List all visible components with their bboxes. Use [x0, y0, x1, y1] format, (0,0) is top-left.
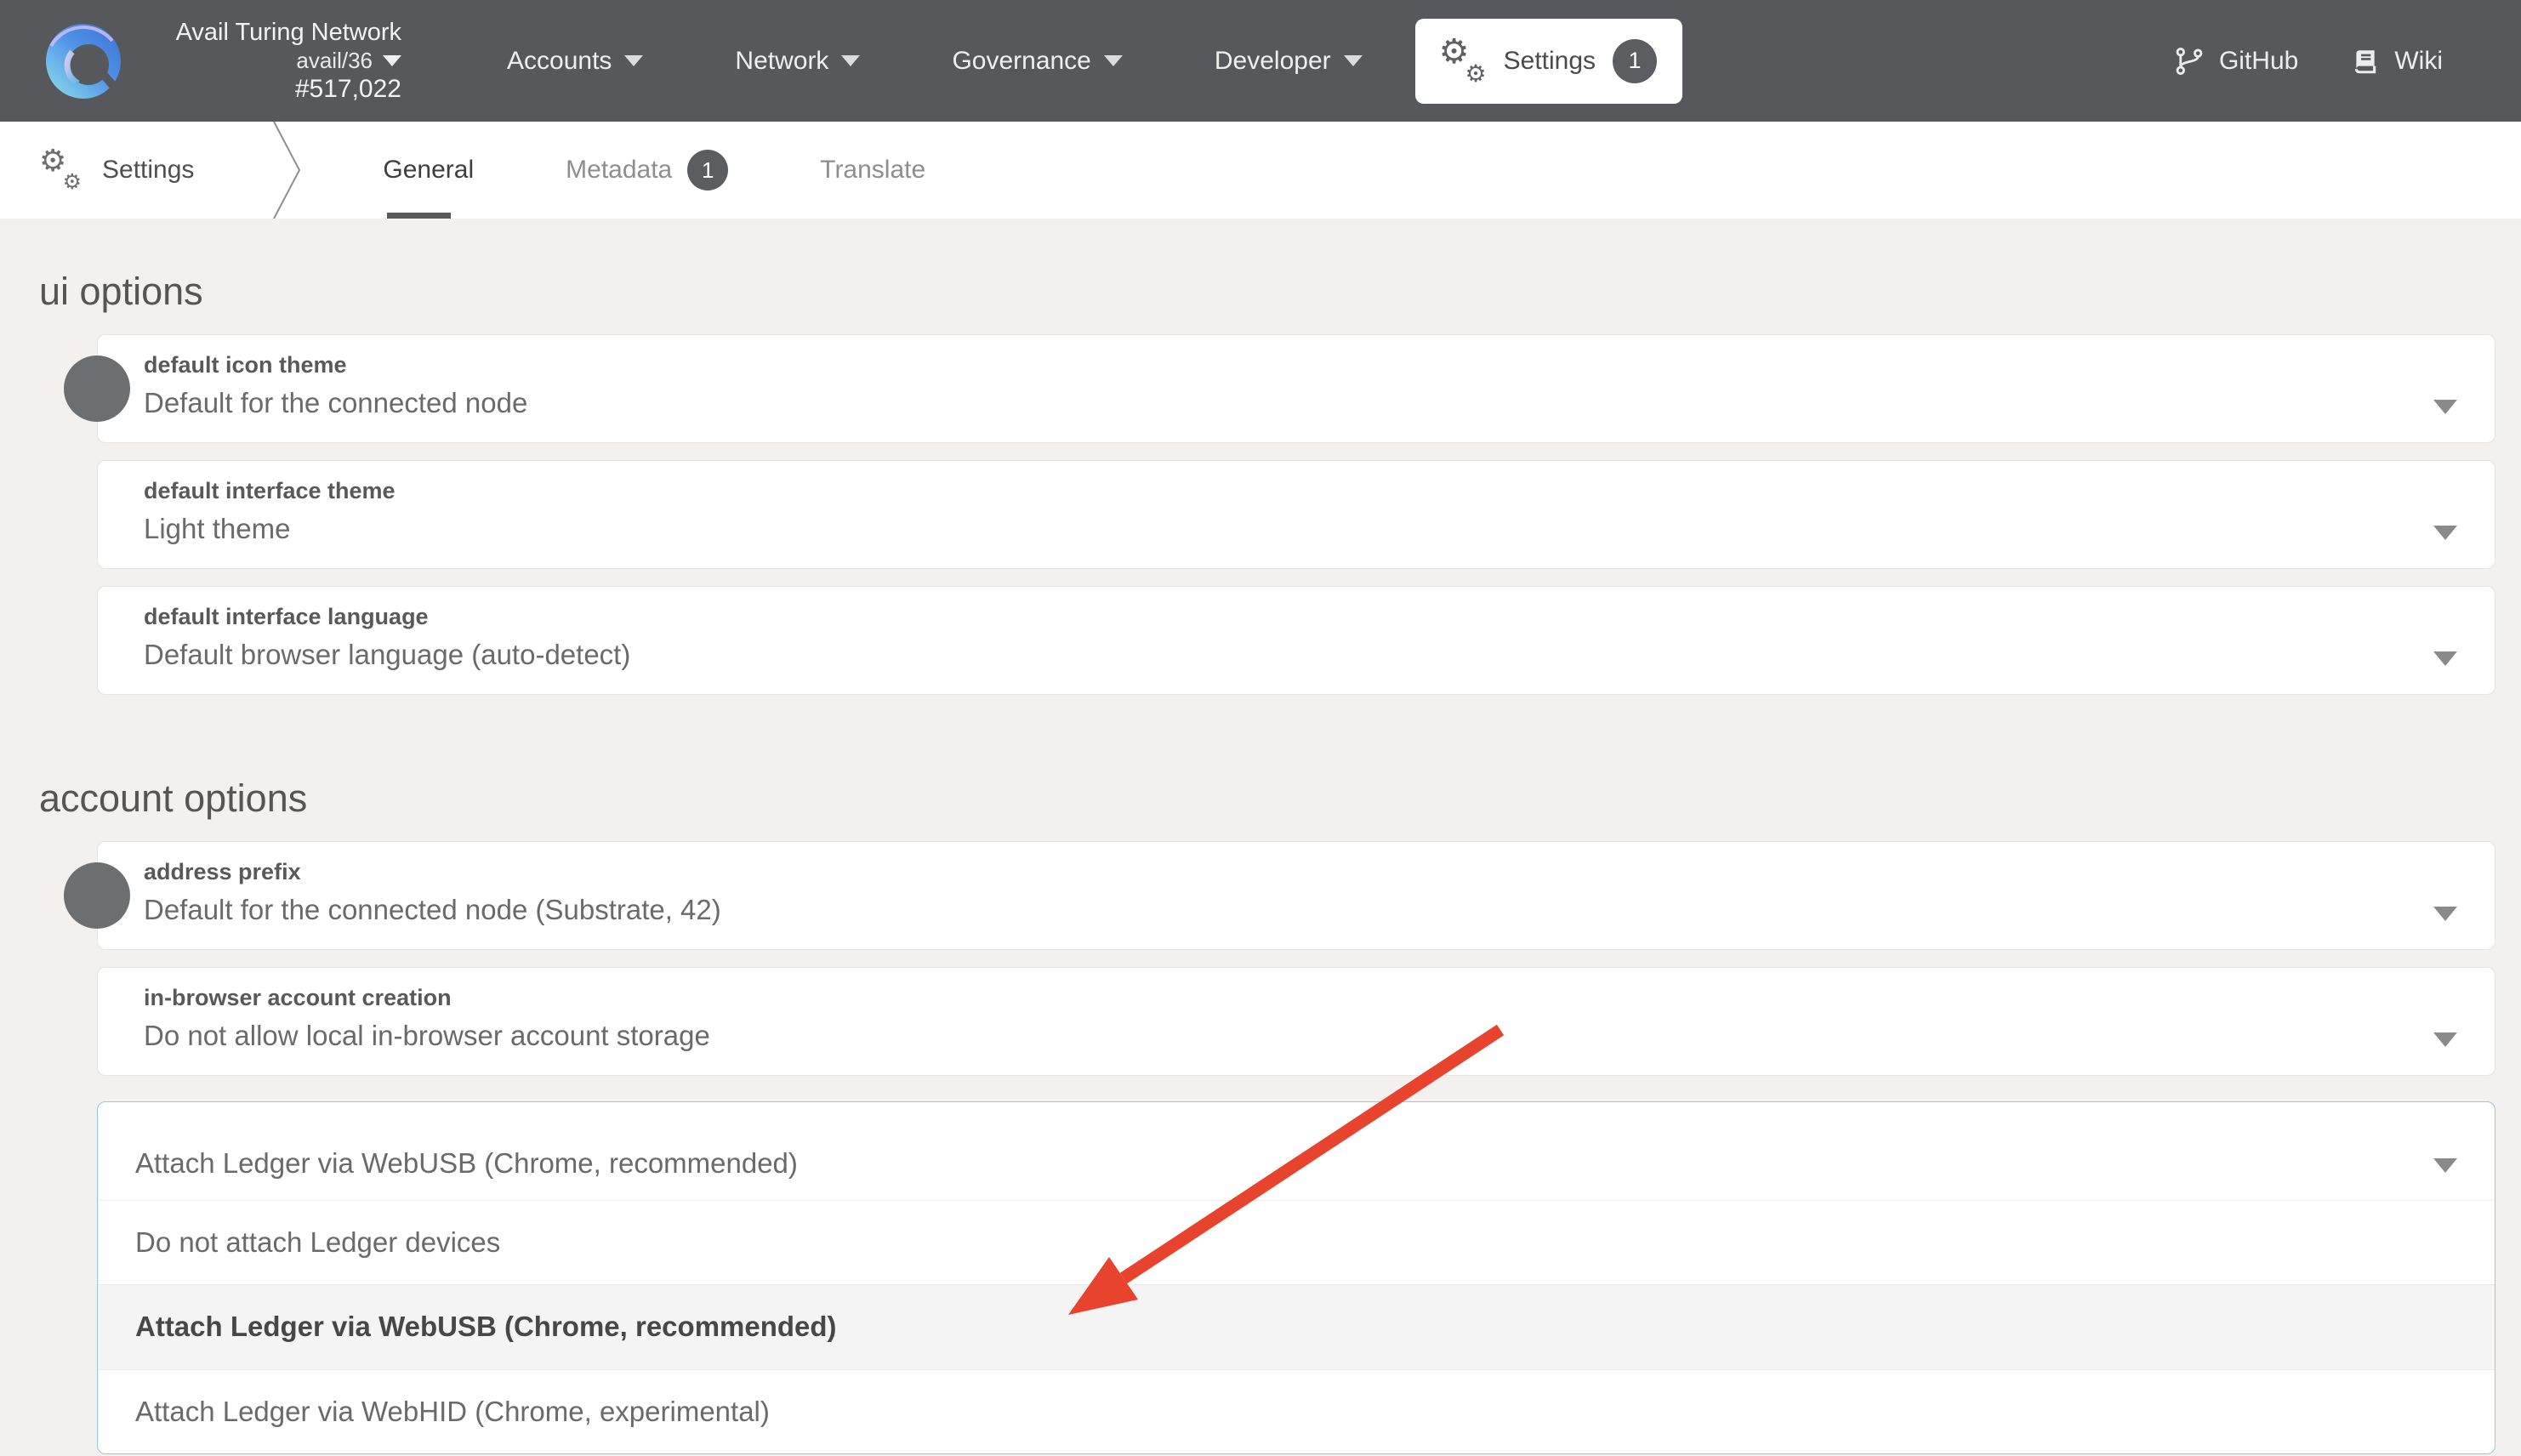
- nav-settings-button[interactable]: ⚙⚙ Settings 1: [1415, 19, 1682, 104]
- dropdown-caret-icon: [2433, 1158, 2457, 1173]
- settings-label: Settings: [1504, 47, 1596, 76]
- dropdown-menu: Do not attach Ledger devices Attach Ledg…: [98, 1200, 2495, 1453]
- section-title-account-options: account options: [39, 776, 2521, 821]
- tabs: General Metadata 1 Translate: [337, 122, 971, 219]
- external-links: GitHub Wiki: [2174, 46, 2443, 77]
- field-value: Default browser language (auto-detect): [144, 636, 2418, 674]
- tab-translate[interactable]: Translate: [796, 122, 949, 219]
- main-nav: Accounts Network Governance Developer: [507, 47, 1363, 76]
- tab-metadata[interactable]: Metadata 1: [542, 122, 752, 219]
- nav-accounts[interactable]: Accounts: [507, 47, 643, 76]
- tab-bar: ⚙⚙ Settings General Metadata 1 Translate: [0, 122, 2521, 219]
- book-icon: [2351, 47, 2380, 76]
- avail-logo-icon[interactable]: [44, 22, 122, 100]
- chain-selector[interactable]: Avail Turing Network avail/36 #517,022: [153, 17, 401, 105]
- chevron-down-icon: [383, 55, 401, 66]
- settings-badge: 1: [1613, 39, 1657, 83]
- field-label: default interface language: [144, 601, 2418, 632]
- option-attach-ledger-webusb[interactable]: Attach Ledger via WebUSB (Chrome, recomm…: [98, 1284, 2495, 1369]
- field-value: Do not allow local in-browser account st…: [144, 1017, 2418, 1055]
- chevron-down-icon: [1344, 55, 1363, 66]
- option-do-not-attach-ledger[interactable]: Do not attach Ledger devices: [98, 1201, 2495, 1284]
- dropdown-caret-icon: [2433, 526, 2457, 540]
- field-label: in-browser account creation: [144, 982, 2418, 1013]
- selected-value: Attach Ledger via WebUSB (Chrome, recomm…: [135, 1147, 798, 1180]
- field-value: Default for the connected node (Substrat…: [144, 891, 2418, 929]
- wiki-link[interactable]: Wiki: [2351, 47, 2443, 76]
- breadcrumb: ⚙⚙ Settings: [39, 122, 194, 219]
- select-default-icon-theme[interactable]: default icon theme Default for the conne…: [97, 334, 2495, 443]
- select-default-interface-language[interactable]: default interface language Default brows…: [97, 586, 2495, 695]
- cogs-icon: ⚙⚙: [1439, 38, 1487, 84]
- option-attach-ledger-webhid[interactable]: Attach Ledger via WebHID (Chrome, experi…: [98, 1370, 2495, 1453]
- chevron-down-icon: [1104, 55, 1123, 66]
- avatar: [64, 862, 130, 929]
- chain-name: Avail Turing Network: [176, 17, 401, 48]
- select-address-prefix[interactable]: address prefix Default for the connected…: [97, 841, 2495, 950]
- field-value: Default for the connected node: [144, 384, 2418, 422]
- field-label: default icon theme: [144, 350, 2418, 380]
- avatar: [64, 355, 130, 422]
- nav-developer[interactable]: Developer: [1215, 47, 1363, 76]
- field-label: default interface theme: [144, 475, 2418, 506]
- chevron-down-icon: [624, 55, 643, 66]
- cogs-icon: ⚙⚙: [39, 149, 82, 191]
- dropdown-caret-icon: [2433, 1032, 2457, 1047]
- settings-content: ui options default icon theme Default fo…: [0, 270, 2521, 1454]
- nav-network[interactable]: Network: [735, 47, 860, 76]
- metadata-badge: 1: [687, 150, 728, 191]
- chain-spec: avail/36: [296, 48, 401, 74]
- field-label: address prefix: [144, 856, 2418, 887]
- select-in-browser-account-creation[interactable]: in-browser account creation Do not allow…: [97, 967, 2495, 1076]
- select-ledger-connection-open[interactable]: Attach Ledger via WebUSB (Chrome, recomm…: [97, 1101, 2495, 1454]
- field-value: Light theme: [144, 510, 2418, 548]
- select-default-interface-theme[interactable]: default interface theme Light theme: [97, 460, 2495, 569]
- dropdown-caret-icon: [2433, 400, 2457, 414]
- section-title-ui-options: ui options: [39, 270, 2521, 314]
- code-branch-icon: [2174, 46, 2205, 77]
- dropdown-caret-icon: [2433, 907, 2457, 921]
- github-link[interactable]: GitHub: [2174, 46, 2298, 77]
- app-header: Avail Turing Network avail/36 #517,022 A…: [0, 0, 2521, 122]
- block-number: #517,022: [295, 74, 401, 105]
- tab-general[interactable]: General: [359, 122, 498, 219]
- breadcrumb-separator: [267, 122, 306, 219]
- breadcrumb-label: Settings: [102, 156, 194, 185]
- chevron-down-icon: [841, 55, 860, 66]
- nav-governance[interactable]: Governance: [952, 47, 1122, 76]
- dropdown-caret-icon: [2433, 651, 2457, 666]
